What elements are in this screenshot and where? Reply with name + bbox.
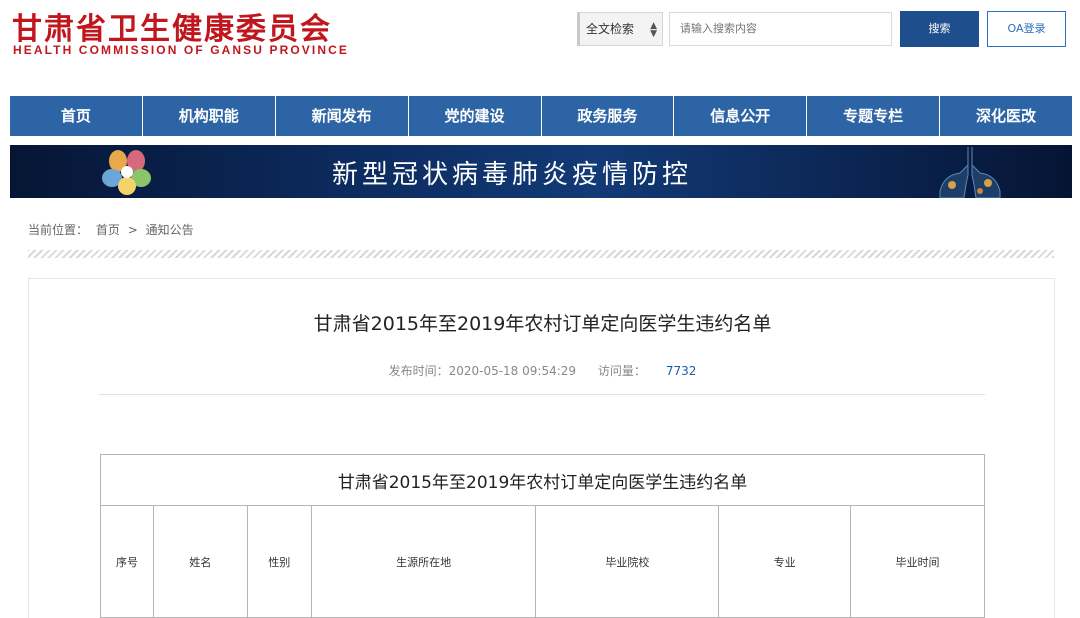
breadcrumb: 当前位置： 首页 > 通知公告 (28, 221, 198, 238)
site-logo-english: HEALTH COMMISSION OF GANSU PROVINCE (13, 43, 349, 57)
nav-item-news[interactable]: 新闻发布 (275, 96, 409, 136)
site-header: 甘肃省卫生健康委员会 HEALTH COMMISSION OF GANSU PR… (0, 0, 1080, 96)
site-logo-chinese[interactable]: 甘肃省卫生健康委员会 (12, 4, 332, 48)
decorative-divider (28, 250, 1054, 258)
article-panel: 甘肃省2015年至2019年农村订单定向医学生违约名单 发布时间：2020-05… (28, 278, 1055, 618)
breadcrumb-separator: > (127, 223, 138, 237)
views-count: 7732 (665, 364, 697, 378)
article-divider (99, 394, 985, 395)
select-arrows-icon: ▲ ▼ (650, 21, 657, 39)
table-caption-row: 甘肃省2015年至2019年农村订单定向医学生违约名单 (100, 454, 985, 506)
search-scope-select[interactable]: 全文检索 ▲ ▼ (577, 12, 663, 46)
column-header-school: 毕业院校 (535, 505, 720, 618)
breadcrumb-current-link[interactable]: 通知公告 (146, 223, 194, 237)
nav-item-disclosure[interactable]: 信息公开 (674, 96, 808, 136)
search-scope-label: 全文检索 (586, 22, 635, 36)
nav-item-reform[interactable]: 深化医改 (940, 96, 1072, 136)
publish-label: 发布时间： (388, 364, 449, 378)
banner-title: 新型冠状病毒肺炎疫情防控 (332, 160, 693, 190)
column-header-graduation: 毕业时间 (850, 505, 985, 618)
lungs-icon (939, 147, 1001, 198)
violation-table: 甘肃省2015年至2019年农村订单定向医学生违约名单 序号 姓名 性别 生源所… (100, 454, 985, 618)
column-header-name: 姓名 (152, 505, 248, 618)
column-header-gender: 性别 (246, 505, 312, 618)
article-title: 甘肃省2015年至2019年农村订单定向医学生违约名单 (313, 313, 772, 335)
nav-item-functions[interactable]: 机构职能 (142, 96, 276, 136)
main-nav: 首页 机构职能 新闻发布 党的建设 政务服务 信息公开 专题专栏 深化医改 (10, 96, 1072, 136)
views-label: 访问量： (597, 364, 646, 378)
breadcrumb-label: 当前位置： (28, 223, 89, 237)
column-header-major: 专业 (718, 505, 852, 618)
oa-login-button[interactable]: OA登录 (987, 11, 1066, 47)
epidemic-banner[interactable]: 新型冠状病毒肺炎疫情防控 (10, 145, 1072, 198)
column-header-origin: 生源所在地 (310, 505, 537, 618)
nav-item-home[interactable]: 首页 (10, 96, 143, 136)
nav-item-services[interactable]: 政务服务 (541, 96, 675, 136)
nav-item-party[interactable]: 党的建设 (408, 96, 542, 136)
publish-time: 2020-05-18 09:54:29 (448, 364, 577, 378)
table-header-row: 序号 姓名 性别 生源所在地 毕业院校 专业 毕业时间 (100, 505, 985, 618)
breadcrumb-home-link[interactable]: 首页 (96, 223, 120, 237)
nav-item-topics[interactable]: 专题专栏 (807, 96, 941, 136)
search-button[interactable]: 搜索 (900, 11, 979, 47)
search-input[interactable] (669, 12, 892, 46)
flower-logo-icon (102, 150, 151, 195)
table-caption: 甘肃省2015年至2019年农村订单定向医学生违约名单 (100, 454, 985, 506)
article-meta: 发布时间：2020-05-18 09:54:29 访问量： 7732 (29, 362, 1056, 379)
column-header-index: 序号 (100, 505, 154, 618)
